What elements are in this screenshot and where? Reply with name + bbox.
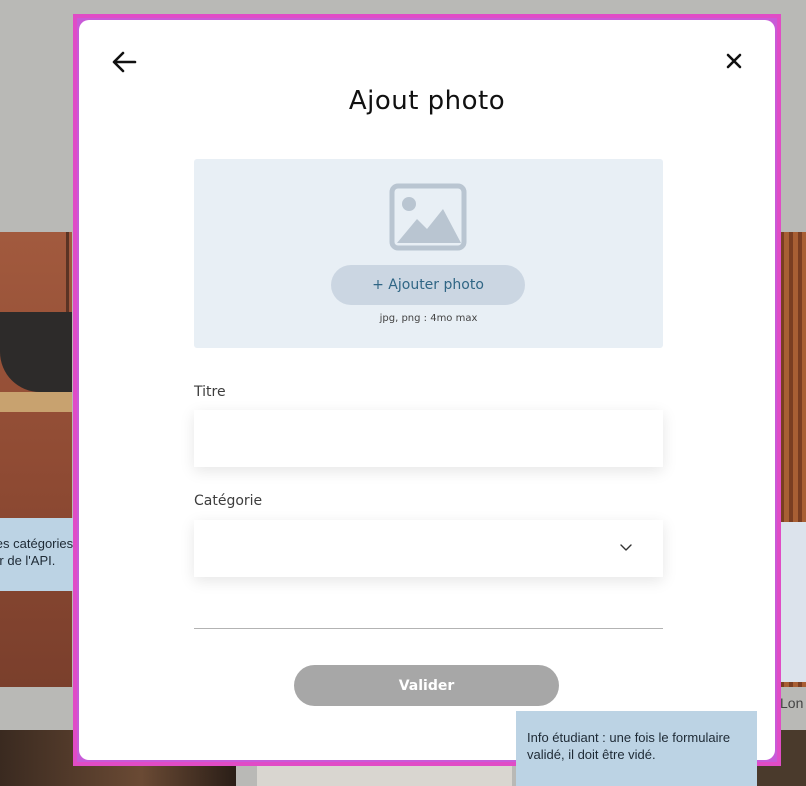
category-select[interactable] [194,520,663,577]
photo-upload-zone[interactable]: + Ajouter photo jpg, png : 4mo max [194,159,663,348]
lamp-cord [66,232,69,312]
gallery-photo-left [0,232,72,687]
back-button[interactable] [109,47,139,77]
category-label: Catégorie [194,493,263,509]
add-photo-button[interactable]: + Ajouter photo [331,265,525,305]
student-note-right: Info étudiant : une fois le formulaire v… [516,711,757,786]
image-placeholder-icon [389,183,467,251]
gallery-photo-right [780,232,806,687]
chair-shape [780,522,806,682]
gallery-caption: Lon [780,695,804,711]
close-icon [726,53,742,69]
lamp-shade [0,312,72,392]
form-divider [194,628,663,629]
close-button[interactable] [723,50,745,72]
title-label: Titre [194,384,226,400]
chevron-down-icon [620,544,632,551]
lamp-light [0,392,72,412]
modal-title: Ajout photo [348,86,506,116]
add-photo-modal: Ajout photo + Ajouter photo jpg, png : 4… [73,14,781,766]
submit-button[interactable]: Valider [294,665,559,706]
upload-format-hint: jpg, png : 4mo max [379,313,478,324]
arrow-left-icon [112,51,137,73]
title-input[interactable] [194,410,663,467]
modal-body: Ajout photo + Ajouter photo jpg, png : 4… [79,20,775,760]
